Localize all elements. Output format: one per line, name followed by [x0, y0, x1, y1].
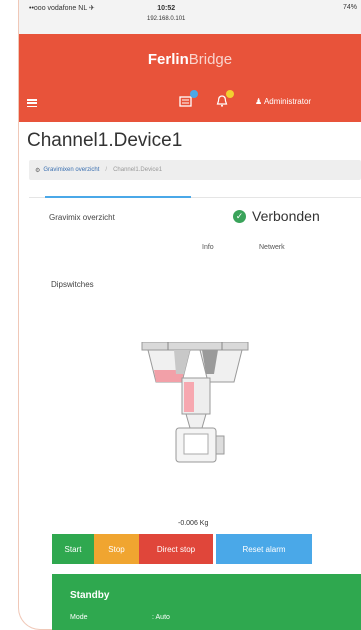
mode-label: Mode [70, 614, 88, 621]
weight-readout: -0.006 Kg [178, 520, 209, 527]
ios-status-bar: ••ooo vodafone NL ✈ 10:52 192.168.0.101 … [19, 0, 361, 34]
brand-name-light: Bridge [188, 50, 233, 68]
device-subtabs: Info Netwerk [19, 242, 361, 266]
notifications-badge [226, 90, 234, 98]
user-icon: ♟ [255, 97, 263, 106]
carrier-label: ••ooo vodafone NL ✈ [29, 5, 95, 12]
control-button-group: Start Stop Direct stop Reset alarm [52, 534, 312, 564]
notifications-bell-icon[interactable] [215, 90, 234, 108]
mode-value: : Auto [152, 614, 170, 621]
user-menu[interactable]: ♟ Administrator [255, 97, 311, 106]
brand-header: Ferlin Bridge [19, 34, 361, 84]
breadcrumb-separator: / [105, 167, 108, 173]
start-button[interactable]: Start [52, 534, 94, 564]
device-status-row: Gravimix overzicht ✓ Verbonden [19, 198, 361, 242]
tab-info[interactable]: Info [202, 244, 214, 251]
settings-icon: ⚙ [35, 167, 41, 174]
tab-strip [29, 180, 361, 198]
clock: 10:52 [157, 5, 176, 12]
messages-badge [190, 90, 198, 98]
reset-alarm-button[interactable]: Reset alarm [216, 534, 312, 564]
connection-status: ✓ Verbonden [233, 208, 320, 224]
top-navbar: ♟ Administrator [19, 84, 361, 122]
messages-icon[interactable] [179, 90, 198, 108]
check-circle-icon: ✓ [233, 209, 246, 223]
stop-button[interactable]: Stop [94, 534, 139, 564]
status-panel: Standby Mode : Auto [52, 574, 361, 630]
dipswitches-section: Dipswitches [19, 266, 361, 304]
status-title: Standby [70, 590, 110, 601]
user-name: Administrator [263, 97, 312, 106]
breadcrumb-current: Channel1.Device1 [113, 167, 163, 173]
connection-status-text: Verbonden [252, 208, 320, 224]
gravimix-machine-illustration [141, 342, 249, 463]
brand-name-bold: Ferlin [147, 50, 189, 68]
dipswitches-link[interactable]: Dipswitches [51, 280, 94, 289]
url-address: 192.168.0.101 [147, 16, 186, 22]
page-title: Channel1.Device1 [27, 130, 183, 151]
breadcrumb-overview-link[interactable]: Gravimixen overzicht [43, 167, 99, 173]
battery-label: 74% [342, 4, 357, 11]
breadcrumb: ⚙ Gravimixen overzicht / Channel1.Device… [29, 160, 361, 180]
nav-icon-group [179, 90, 234, 108]
tab-netwerk[interactable]: Netwerk [259, 244, 285, 251]
gravimix-overview-link[interactable]: Gravimix overzicht [49, 213, 115, 222]
status-center: 10:52 192.168.0.101 [147, 4, 185, 24]
direct-stop-button[interactable]: Direct stop [139, 534, 213, 564]
hamburger-menu-icon[interactable] [27, 99, 37, 107]
